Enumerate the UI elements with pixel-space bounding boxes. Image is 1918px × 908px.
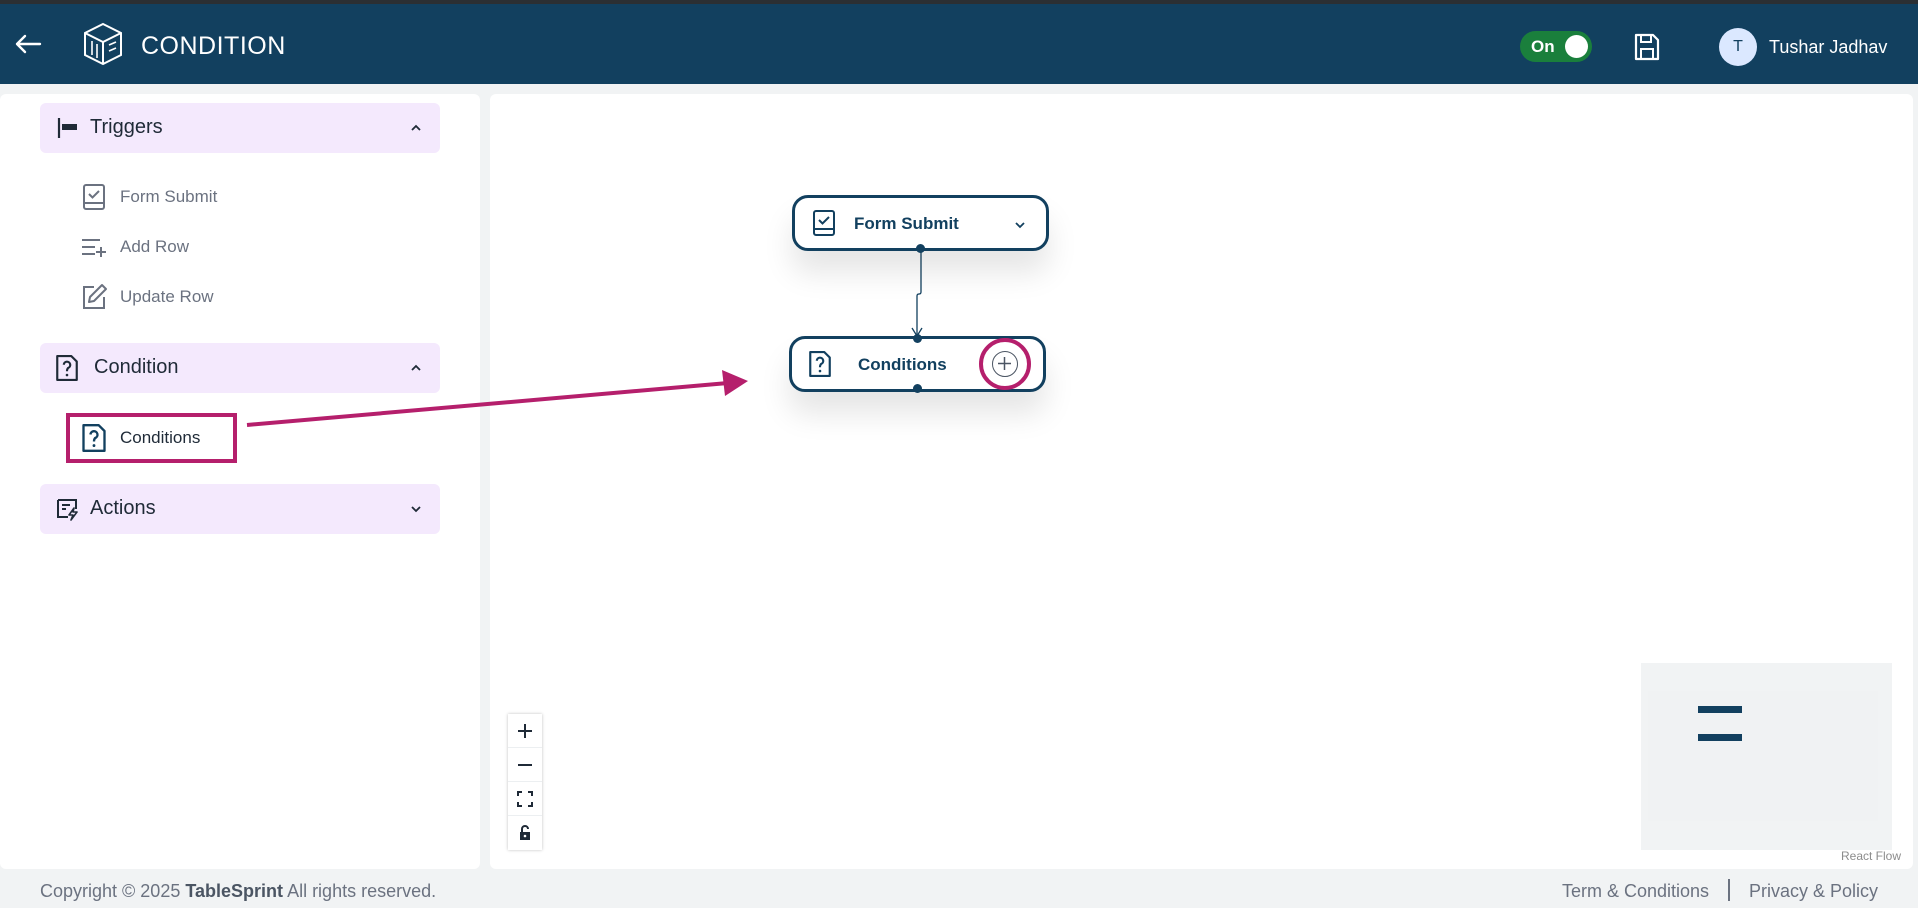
app-header: CONDITION On T Tushar Jadhav (0, 4, 1918, 84)
flag-icon (57, 118, 77, 138)
copyright-text: Copyright © 2025 TableSprint All rights … (40, 881, 436, 902)
edit-icon (83, 284, 107, 309)
app-logo (82, 22, 124, 66)
active-toggle[interactable]: On (1520, 31, 1592, 62)
node-palette-sidebar: Triggers Form Submit Add Row Update Row (0, 94, 480, 869)
sidebar-item-label: Form Submit (120, 187, 218, 206)
zoom-out-button[interactable] (508, 748, 542, 782)
minimap-viewport (1648, 691, 1878, 821)
action-doc-icon (57, 499, 78, 521)
page-title: CONDITION (141, 32, 286, 60)
back-button[interactable] (12, 28, 44, 60)
brand-name: TableSprint (185, 881, 284, 901)
question-doc-icon (809, 351, 831, 377)
question-doc-icon (56, 355, 78, 381)
source-handle[interactable] (913, 384, 922, 393)
fullscreen-icon (517, 791, 533, 807)
sidebar-item-label: Add Row (120, 237, 189, 256)
arrow-left-icon (15, 34, 42, 54)
save-button[interactable] (1632, 31, 1662, 63)
plus-icon (518, 724, 532, 738)
toggle-knob (1565, 35, 1588, 58)
section-triggers-header[interactable]: Triggers (40, 103, 440, 153)
unlock-icon (520, 825, 530, 840)
zoom-in-button[interactable] (508, 714, 542, 748)
flow-edge (911, 249, 923, 338)
react-flow-attribution[interactable]: React Flow (1841, 849, 1901, 863)
user-avatar[interactable]: T (1719, 28, 1757, 66)
sidebar-item-add-row[interactable]: Add Row (80, 228, 220, 264)
privacy-link[interactable]: Privacy & Policy (1749, 881, 1878, 902)
node-label: Form Submit (854, 214, 959, 233)
form-check-icon (83, 184, 105, 210)
section-actions-header[interactable]: Actions (40, 484, 440, 534)
sidebar-item-form-submit[interactable]: Form Submit (80, 178, 240, 214)
section-condition-label: Condition (94, 356, 179, 378)
cube-logo-icon (84, 22, 122, 66)
plus-icon (992, 351, 1018, 377)
list-add-icon (82, 239, 106, 257)
user-name[interactable]: Tushar Jadhav (1769, 37, 1887, 58)
minimap[interactable] (1641, 663, 1892, 850)
flow-controls (508, 714, 542, 850)
footer-divider (1728, 879, 1730, 901)
source-handle[interactable] (916, 244, 925, 253)
minimap-node (1698, 706, 1742, 713)
flow-node-form-submit[interactable]: Form Submit (792, 195, 1049, 251)
footer: Copyright © 2025 TableSprint All rights … (0, 869, 1918, 908)
toggle-label: On (1531, 37, 1555, 56)
save-icon (1634, 33, 1660, 61)
node-label: Conditions (858, 355, 947, 374)
section-actions-label: Actions (90, 497, 156, 519)
chevron-down-icon (411, 506, 421, 513)
target-handle[interactable] (913, 334, 922, 343)
minus-icon (518, 764, 532, 766)
lock-button[interactable] (508, 816, 542, 850)
annotation-highlight-box (66, 413, 237, 463)
add-node-button[interactable] (979, 338, 1031, 390)
sidebar-item-update-row[interactable]: Update Row (80, 278, 240, 314)
fit-view-button[interactable] (508, 782, 542, 816)
terms-link[interactable]: Term & Conditions (1562, 881, 1709, 902)
chevron-up-icon (411, 124, 421, 131)
sidebar-item-label: Update Row (120, 287, 214, 306)
copyright-prefix: Copyright © 2025 (40, 881, 181, 901)
form-check-icon (813, 210, 835, 236)
section-triggers-label: Triggers (90, 116, 163, 138)
annotation-arrow (246, 370, 748, 427)
chevron-down-icon[interactable] (1013, 218, 1027, 232)
minimap-node (1698, 734, 1742, 741)
copyright-suffix: All rights reserved. (287, 881, 437, 901)
